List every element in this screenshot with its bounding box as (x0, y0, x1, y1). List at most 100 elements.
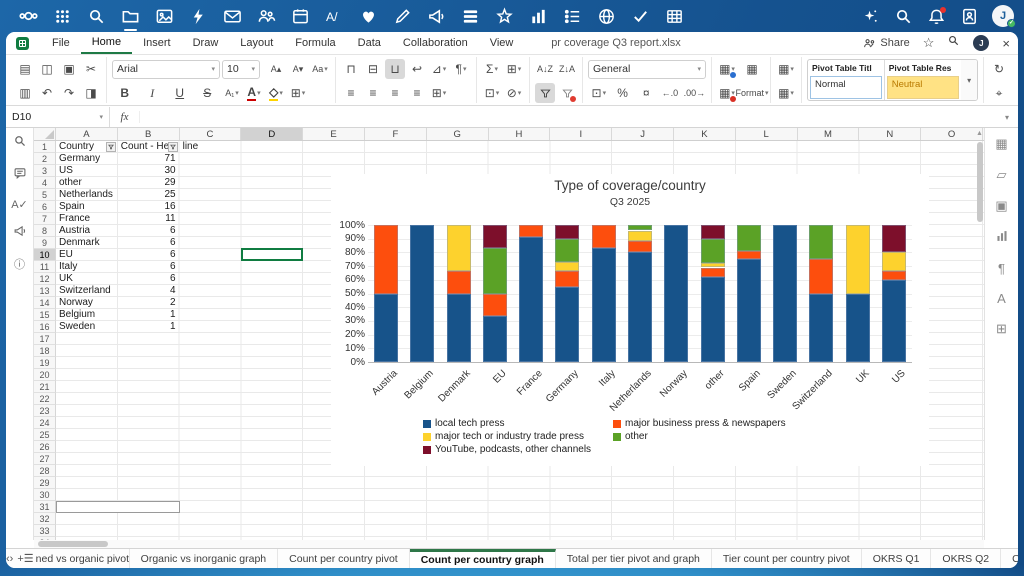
cond-format-icon[interactable]: ▦▾ (717, 59, 737, 79)
style-item-normal[interactable]: Normal (810, 76, 882, 99)
column-header-L[interactable]: L (736, 128, 798, 140)
row-header-11[interactable]: 11 (34, 261, 56, 273)
valign-middle-icon[interactable]: ⊟ (363, 59, 383, 79)
chart-settings-icon[interactable] (995, 229, 1009, 246)
sheet-tab-4[interactable]: Total per tier pivot and graph (556, 549, 712, 568)
row-header-24[interactable]: 24 (34, 417, 56, 429)
row-header-30[interactable]: 30 (34, 489, 56, 501)
row-header-32[interactable]: 32 (34, 513, 56, 525)
activity-app-icon[interactable] (188, 6, 209, 27)
row-header-22[interactable]: 22 (34, 393, 56, 405)
valign-top-icon[interactable]: ⊓ (341, 59, 361, 79)
notes-app-icon[interactable] (392, 6, 413, 27)
formula-input[interactable] (140, 107, 996, 127)
row-header-33[interactable]: 33 (34, 525, 56, 537)
row-header-14[interactable]: 14 (34, 297, 56, 309)
share-button[interactable]: Share (863, 37, 909, 50)
number-format-select[interactable]: General▾ (588, 60, 706, 79)
column-header-D[interactable]: D (241, 128, 303, 140)
fx-icon[interactable]: fx (110, 111, 140, 123)
italic-icon[interactable]: I (140, 83, 166, 103)
cut-icon[interactable]: ✂ (81, 59, 101, 79)
column-header-A[interactable]: A (56, 128, 118, 140)
style-col-1[interactable]: Pivot Table Titl Normal (808, 60, 885, 100)
editor-search-icon[interactable] (947, 34, 960, 52)
refresh-pivot-icon[interactable]: ↻ (989, 59, 1009, 79)
select-range-icon[interactable]: ⌖ (989, 83, 1009, 103)
row-header-20[interactable]: 20 (34, 369, 56, 381)
menu-tab-home[interactable]: Home (81, 33, 132, 54)
font-size-select[interactable]: 10▾ (222, 60, 260, 79)
column-header-F[interactable]: F (365, 128, 427, 140)
row-header-21[interactable]: 21 (34, 381, 56, 393)
row-header-2[interactable]: 2 (34, 153, 56, 165)
hscroll-thumb[interactable] (38, 541, 108, 547)
tasks-app-icon[interactable] (562, 6, 583, 27)
announcements-app-icon[interactable] (426, 6, 447, 27)
calendar-app-icon[interactable] (290, 6, 311, 27)
contacts-app-icon[interactable] (256, 6, 277, 27)
vscroll-thumb[interactable] (977, 142, 983, 222)
row-header-26[interactable]: 26 (34, 441, 56, 453)
font-grow-icon[interactable]: A▴ (266, 59, 286, 79)
column-header-C[interactable]: C (180, 128, 242, 140)
indent-icon[interactable]: ¶▾ (451, 59, 471, 79)
sort-asc-icon[interactable]: A↓Z (535, 59, 555, 79)
bordered-range[interactable] (56, 501, 180, 513)
table-settings-icon[interactable]: ▦ (995, 136, 1007, 152)
style-gallery-expand-icon[interactable]: ▾ (961, 60, 977, 100)
column-header-J[interactable]: J (612, 128, 674, 140)
style-col-2[interactable]: Pivot Table Res Neutral (885, 60, 962, 100)
change-case-icon[interactable]: Aa▾ (310, 59, 330, 79)
feedback-icon[interactable] (13, 224, 27, 243)
merge-cells-icon[interactable]: ⊞▾ (429, 83, 449, 103)
clear-icon[interactable]: ⊘▾ (504, 83, 524, 103)
halign-center-icon[interactable]: ≡ (363, 83, 383, 103)
photos-app-icon[interactable] (154, 6, 175, 27)
column-header-M[interactable]: M (798, 128, 860, 140)
format-as-table-icon[interactable]: ▦ (739, 59, 765, 79)
rows-area[interactable]: 1234567891011121314151617181920212223242… (34, 141, 984, 540)
row-header-15[interactable]: 15 (34, 309, 56, 321)
currency-style-icon[interactable]: ¤ (635, 83, 657, 103)
named-ranges-icon[interactable]: ⊡▾ (482, 83, 502, 103)
timezones-app-icon[interactable] (596, 6, 617, 27)
row-header-8[interactable]: 8 (34, 225, 56, 237)
valign-bottom-icon[interactable]: ⊔ (385, 59, 405, 79)
selected-cell[interactable] (241, 248, 303, 261)
row-header-7[interactable]: 7 (34, 213, 56, 225)
column-header-N[interactable]: N (859, 128, 921, 140)
column-header-K[interactable]: K (674, 128, 736, 140)
apps-grid-icon[interactable] (52, 6, 73, 27)
sheet-tab-3[interactable]: Count per country graph (410, 549, 556, 568)
row-header-3[interactable]: 3 (34, 165, 56, 177)
style-item-neutral[interactable]: Neutral (887, 76, 960, 99)
user-avatar[interactable]: J ✓ (992, 5, 1014, 27)
files-app-icon[interactable] (120, 6, 141, 27)
menu-tab-data[interactable]: Data (347, 34, 392, 53)
column-header-E[interactable]: E (303, 128, 365, 140)
shape-settings-icon[interactable]: ▱ (997, 167, 1007, 183)
horizontal-scrollbar[interactable] (34, 540, 984, 548)
subscript-icon[interactable]: A₁▾ (222, 83, 242, 103)
sheet-tab-6[interactable]: OKRS Q1 (862, 549, 932, 568)
font-shrink-icon[interactable]: A▾ (288, 59, 308, 79)
image-settings-icon[interactable]: ▣ (995, 198, 1007, 214)
halign-justify-icon[interactable]: ≡ (407, 83, 427, 103)
font-color-icon[interactable]: A▾ (244, 83, 264, 103)
strikethrough-icon[interactable]: S (195, 83, 221, 103)
column-header-B[interactable]: B (118, 128, 180, 140)
vertical-scrollbar[interactable]: ▲ (975, 142, 984, 536)
underline-icon[interactable]: U (167, 83, 193, 103)
favorite-star-icon[interactable]: ☆ (923, 35, 935, 51)
row-header-31[interactable]: 31 (34, 501, 56, 513)
notifications-bell-icon[interactable] (926, 6, 947, 27)
scroll-up-icon[interactable]: ▲ (975, 130, 984, 137)
column-header-I[interactable]: I (550, 128, 612, 140)
row-header-28[interactable]: 28 (34, 465, 56, 477)
row-header-16[interactable]: 16 (34, 321, 56, 333)
column-headers[interactable]: ABCDEFGHIJKLMNO (34, 128, 984, 141)
sheet-tab-7[interactable]: OKRS Q2 (931, 549, 1001, 568)
bold-icon[interactable]: B (112, 83, 138, 103)
health-app-icon[interactable] (358, 6, 379, 27)
